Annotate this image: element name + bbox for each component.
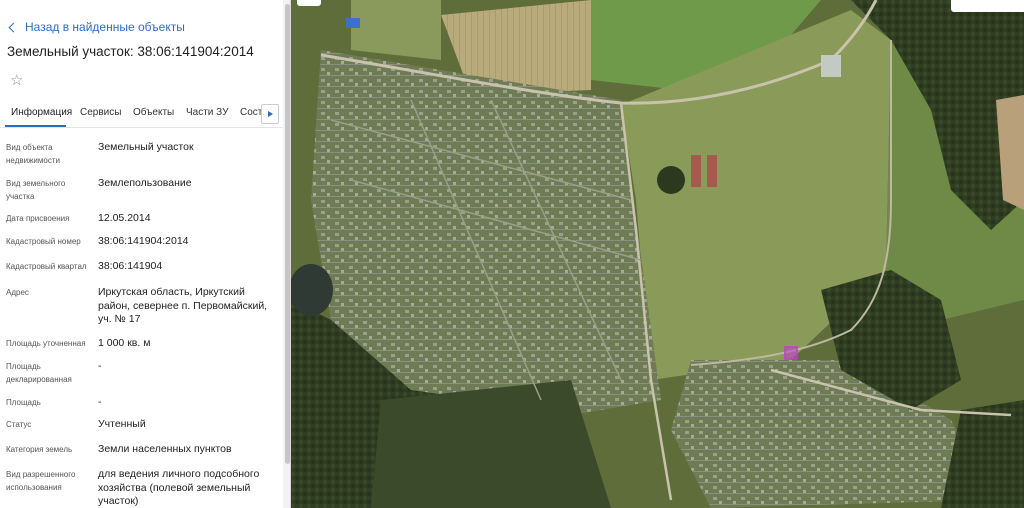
field-label: Адрес <box>6 288 29 297</box>
field-value: Земли населенных пунктов <box>98 443 232 455</box>
chevron-left-icon <box>8 22 19 32</box>
field-value: 1 000 кв. м <box>98 337 151 349</box>
field-label: Категория земель <box>6 445 73 454</box>
field-value: для ведения личного подсобного хозяйства… <box>98 468 260 507</box>
field-label: Площадь уточненная <box>6 339 86 348</box>
map-control-left[interactable] <box>297 0 321 6</box>
field-value: 38:06:141904 <box>98 260 163 272</box>
tab-information[interactable]: Информация <box>11 107 72 118</box>
field-value: - <box>98 360 102 372</box>
back-link-label: Назад в найденные объекты <box>25 20 185 34</box>
field-label: Вид разрешенного использования <box>6 470 76 492</box>
tab-services[interactable]: Сервисы <box>80 107 121 118</box>
field-value: Землепользование <box>98 177 192 189</box>
field-label: Статус <box>6 420 32 429</box>
field-value: Иркутская область, Иркутский район, севе… <box>98 286 268 325</box>
field-label: Дата присвоения <box>6 214 70 223</box>
field-value: - <box>98 396 102 408</box>
field-label: Кадастровый номер <box>6 237 81 246</box>
object-info-panel: Назад в найденные объекты Земельный учас… <box>0 0 291 508</box>
tab-parts[interactable]: Части ЗУ <box>186 107 228 118</box>
back-to-results-link[interactable]: Назад в найденные объекты <box>8 20 185 34</box>
field-value: Земельный участок <box>98 141 194 153</box>
field-value: Учтенный <box>98 418 146 430</box>
field-label: Вид земельного участка <box>6 179 66 201</box>
panel-scrollbar-thumb[interactable] <box>285 4 290 464</box>
tab-bar: Информация Сервисы Объекты Части ЗУ Сост… <box>0 98 290 128</box>
field-value: 12.05.2014 <box>98 212 151 224</box>
field-label: Вид объекта недвижимости <box>6 143 60 165</box>
satellite-map[interactable] <box>291 0 1024 508</box>
tab-objects[interactable]: Объекты <box>133 107 174 118</box>
satellite-imagery <box>291 0 1024 508</box>
field-value: 38:06:141904:2014 <box>98 235 189 247</box>
field-label: Площадь декларированная <box>6 362 72 384</box>
tabs-scroll-right-button[interactable] <box>261 104 279 124</box>
chevron-right-icon <box>267 111 273 117</box>
active-tab-indicator <box>5 125 66 127</box>
star-icon[interactable]: ☆ <box>10 73 23 88</box>
map-control-right[interactable] <box>951 0 1024 12</box>
field-label: Площадь <box>6 398 41 407</box>
parcel-highlight[interactable] <box>784 346 798 360</box>
field-label: Кадастровый квартал <box>6 262 87 271</box>
page-title: Земельный участок: 38:06:141904:2014 <box>7 44 254 59</box>
